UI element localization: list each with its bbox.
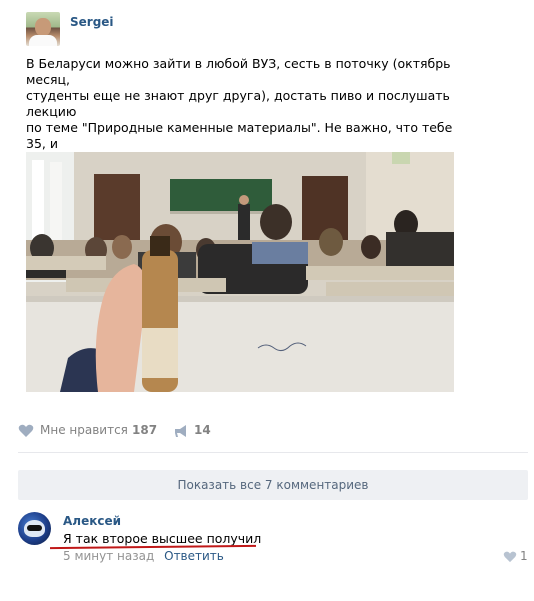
comment-author[interactable]: Алексей: [63, 514, 121, 528]
comment-text: Я так второе высшее получил: [63, 531, 262, 546]
post-photo[interactable]: [26, 152, 454, 392]
commenter-avatar[interactable]: [18, 512, 51, 545]
avatar-face: [35, 18, 51, 36]
megaphone-icon: [175, 425, 186, 437]
heart-icon: [503, 551, 517, 563]
like-label: Мне нравится: [40, 423, 128, 437]
avatar-shirt: [29, 35, 57, 46]
author-avatar[interactable]: [26, 12, 60, 46]
divider: [18, 452, 528, 453]
show-all-comments-button[interactable]: Показать все 7 комментариев: [18, 470, 528, 500]
avatar-visor: [27, 525, 42, 531]
author-name[interactable]: Sergei: [70, 15, 114, 29]
comment-meta: 5 минут назад Ответить: [63, 549, 224, 563]
lecture-hall-photo: [26, 152, 454, 392]
comment-like-count: 1: [520, 549, 528, 563]
share-count: 14: [194, 423, 211, 437]
reply-link[interactable]: Ответить: [164, 549, 224, 563]
heart-icon: [18, 424, 34, 437]
like-count: 187: [132, 423, 158, 437]
comment-time: 5 минут назад: [63, 549, 155, 563]
